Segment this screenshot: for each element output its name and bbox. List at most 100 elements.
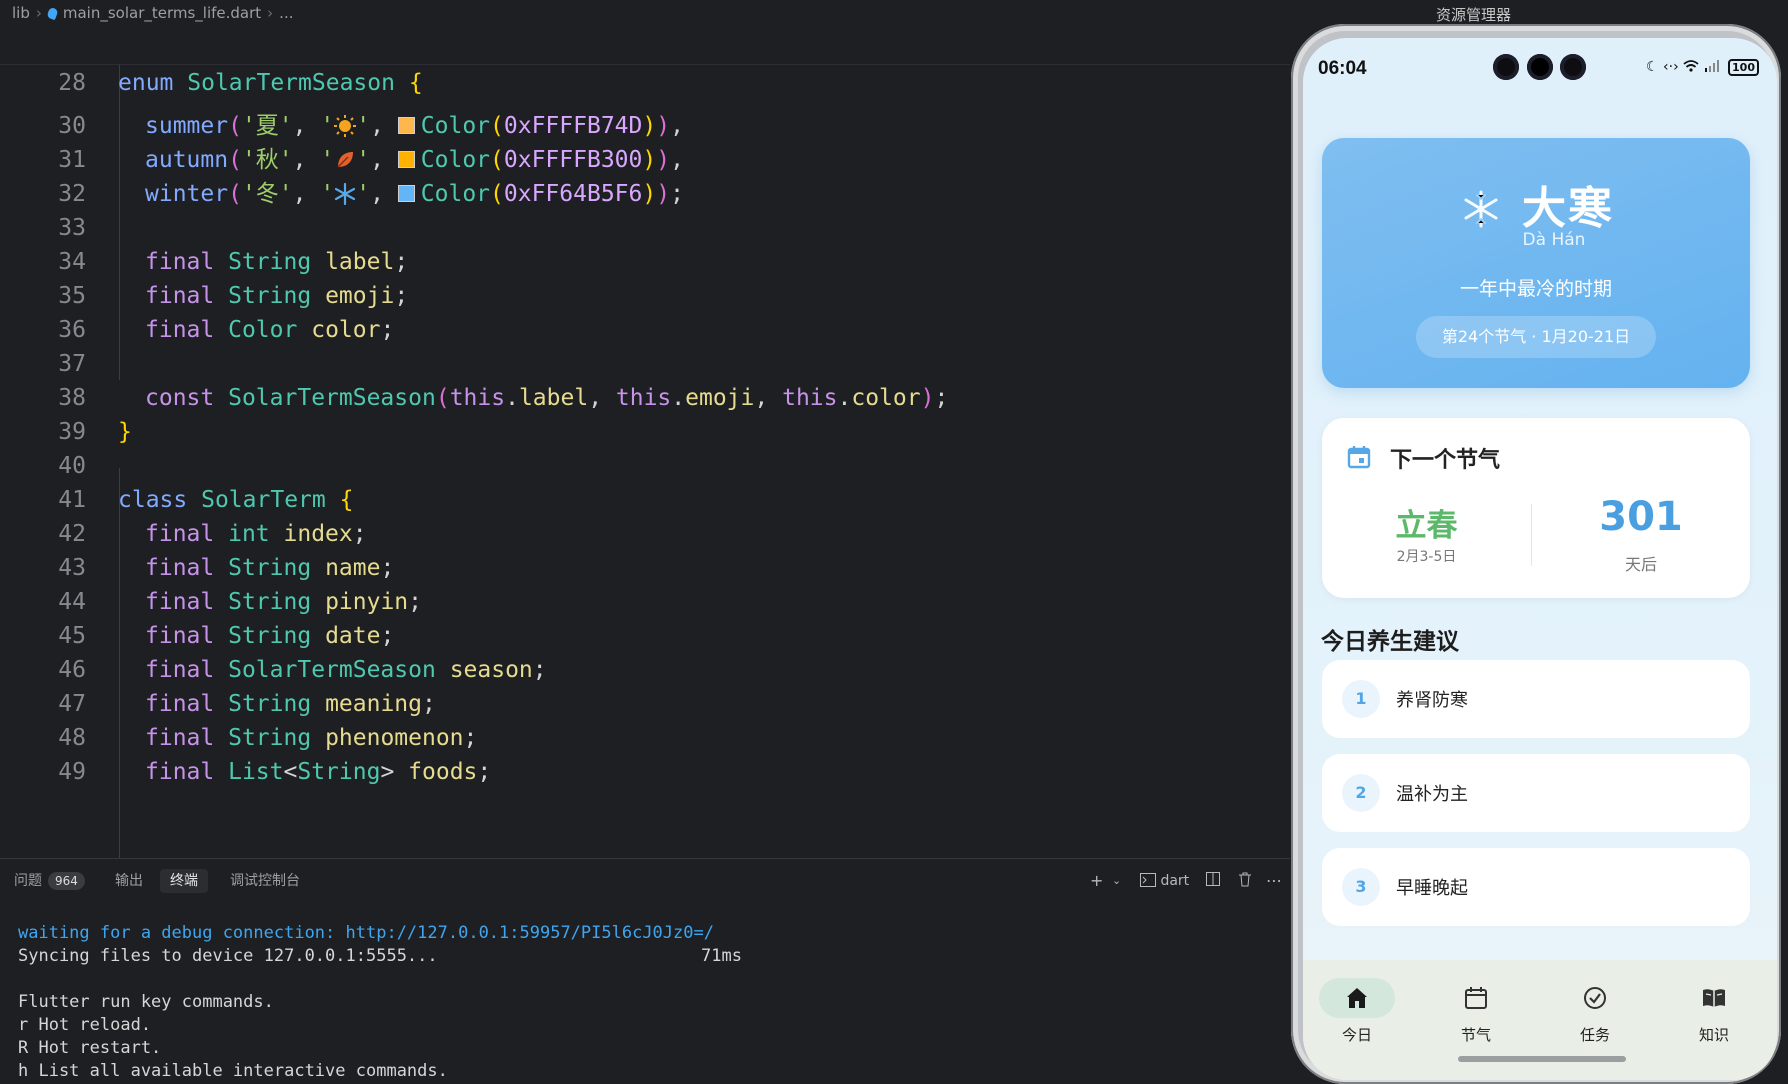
- nav-item-knowledge[interactable]: 知识: [1674, 978, 1754, 1045]
- breadcrumb-item-lib[interactable]: lib: [12, 0, 30, 26]
- calendar-icon: [1347, 446, 1371, 469]
- next-term-date: 2月3-5日: [1396, 549, 1457, 565]
- code-line[interactable]: 39}: [0, 375, 1290, 445]
- current-term-card[interactable]: 大寒 Dà Hán 一年中最冷的时期 第24个节气 · 1月20-21日: [1322, 138, 1750, 388]
- tab-label: 输出: [115, 873, 143, 889]
- calendar-icon: [1465, 987, 1487, 1009]
- tab-debug-console[interactable]: 调试控制台: [228, 869, 302, 893]
- more-actions-icon[interactable]: ⋯: [1266, 871, 1282, 891]
- terminal-line: Syncing files to device 127.0.0.1:5555..…: [18, 946, 438, 966]
- phone-screen: 06:04 ☾ ‹·› 100 大寒 Dà Hán 一年中最冷的时期 第24个节…: [1303, 38, 1777, 1080]
- wifi-icon: [1683, 59, 1703, 75]
- advice-number-badge: 3: [1342, 868, 1380, 906]
- snowflake-icon: [1464, 190, 1498, 228]
- status-icons: ☾ ‹·› 100: [1646, 59, 1759, 76]
- home-indicator[interactable]: [1458, 1056, 1626, 1062]
- code-line[interactable]: 43 final String name;: [0, 511, 1290, 581]
- code-line[interactable]: 46 final SolarTermSeason season;: [0, 613, 1290, 683]
- advice-section-title: 今日养生建议: [1321, 629, 1459, 655]
- bottom-navigation-bar: 今日 节气 任务 知识: [1303, 960, 1777, 1080]
- problems-count-badge: 964: [48, 872, 85, 890]
- terminal-icon: [1140, 873, 1156, 887]
- advice-text: 温补为主: [1396, 784, 1468, 805]
- code-line-partial[interactable]: [0, 749, 1290, 763]
- terminal-line: R Hot restart.: [18, 1038, 162, 1058]
- terminal-line: Flutter run key commands.: [18, 992, 274, 1012]
- code-line[interactable]: 38 const SolarTermSeason(this.label, this…: [0, 341, 1290, 411]
- tab-label: 问题: [14, 873, 42, 889]
- code-line[interactable]: 37: [0, 307, 1290, 377]
- advice-number-badge: 1: [1342, 680, 1380, 718]
- code-editor[interactable]: lib › main_solar_terms_life.dart ›... 28 enu…: [0, 0, 1290, 858]
- advice-item[interactable]: 3 早睡晚起: [1322, 848, 1750, 926]
- dart-file-icon: [46, 6, 59, 21]
- next-term-name: 立春: [1395, 508, 1458, 544]
- code-line[interactable]: 31 autumn('秋', ' ', Color(0xFFFFB300)),: [0, 103, 1290, 173]
- nav-label: 节气: [1460, 1026, 1491, 1044]
- advice-text: 早睡晚起: [1396, 878, 1468, 899]
- code-line[interactable]: 40: [0, 409, 1290, 479]
- terminal-shell-selector[interactable]: dart: [1140, 871, 1189, 891]
- camera-icon: [1560, 54, 1586, 80]
- next-term-card[interactable]: 下一个节气 立春 2月3-5日 301 天后: [1322, 418, 1750, 598]
- code-line[interactable]: 47 final String meaning;: [0, 647, 1290, 717]
- breadcrumb: lib › main_solar_terms_life.dart ›...: [0, 0, 1290, 26]
- code-line[interactable]: 41 class SolarTerm {: [0, 443, 1290, 513]
- nav-label: 今日: [1341, 1026, 1372, 1044]
- battery-icon: 100: [1728, 59, 1759, 76]
- tab-label: 调试控制台: [230, 873, 300, 889]
- nav-item-tasks[interactable]: 任务: [1555, 978, 1635, 1045]
- advice-item[interactable]: 1 养肾防寒: [1322, 660, 1750, 738]
- book-icon: [1703, 989, 1725, 1007]
- code-line[interactable]: 45 final String date;: [0, 579, 1290, 649]
- days-until-unit: 天后: [1624, 555, 1657, 574]
- sticky-scroll-line[interactable]: 28 enum SolarTermSeason {: [0, 26, 1290, 96]
- tab-problems[interactable]: 问题 964: [12, 869, 87, 893]
- tab-terminal[interactable]: 终端: [160, 869, 208, 893]
- code-line[interactable]: 30 summer('夏', ' ', Color(0xFFFFB74D)),: [0, 69, 1290, 139]
- breadcrumb-item-more[interactable]: ...: [279, 0, 293, 26]
- code-line[interactable]: 49 final List<String> foods;: [0, 715, 1290, 785]
- home-icon: [1347, 988, 1367, 1008]
- code-line[interactable]: 48 final String phenomenon;: [0, 681, 1290, 751]
- check-circle-icon: [1584, 987, 1606, 1009]
- term-name: 大寒: [1522, 183, 1614, 234]
- code-line[interactable]: 44 final String pinyin;: [0, 545, 1290, 615]
- next-term-title: 下一个节气: [1390, 448, 1501, 473]
- add-terminal-icon[interactable]: +: [1090, 871, 1103, 891]
- terminal-output[interactable]: waiting for a debug connection: http://1…: [18, 922, 742, 1083]
- advice-text: 养肾防寒: [1396, 690, 1468, 711]
- camera-icon: [1493, 54, 1519, 80]
- code-line[interactable]: 32 winter('冬', ' ', Color(0xFF64B5F6));: [0, 137, 1290, 207]
- shell-label: dart: [1160, 873, 1190, 889]
- nav-item-today[interactable]: 今日: [1317, 978, 1397, 1045]
- terminal-line[interactable]: waiting for a debug connection: http://1…: [18, 923, 714, 943]
- signal-icon: [1704, 59, 1724, 75]
- panel-tab-bar: 问题 964 输出 终端 调试控制台 + ⌄ dart ⋯: [0, 859, 1290, 903]
- chevron-down-icon[interactable]: ⌄: [1112, 871, 1121, 891]
- split-terminal-icon[interactable]: [1205, 871, 1221, 892]
- advice-item[interactable]: 2 温补为主: [1322, 754, 1750, 832]
- tab-output[interactable]: 输出: [113, 869, 145, 893]
- nav-item-terms[interactable]: 节气: [1436, 978, 1516, 1045]
- term-meaning: 一年中最冷的时期: [1459, 278, 1612, 300]
- camera-icon: [1527, 54, 1553, 80]
- terminal-line: r Hot reload.: [18, 1015, 152, 1035]
- advice-number-badge: 2: [1342, 774, 1380, 812]
- breadcrumb-item-file[interactable]: main_solar_terms_life.dart: [63, 0, 261, 26]
- term-pinyin: Dà Hán: [1522, 230, 1586, 250]
- code-line[interactable]: 34 final String label;: [0, 205, 1290, 275]
- trash-icon[interactable]: [1237, 871, 1253, 892]
- chevron-right-icon: ›: [267, 4, 274, 22]
- code-line[interactable]: 33: [0, 171, 1290, 241]
- terminal-sync-time: 71ms: [701, 946, 742, 966]
- tab-label: 终端: [170, 873, 198, 889]
- code-line[interactable]: 36 final Color color;: [0, 273, 1290, 343]
- nav-label: 任务: [1579, 1026, 1610, 1044]
- status-bar: 06:04 ☾ ‹·› 100: [1303, 38, 1777, 98]
- term-index-pill: 第24个节气 · 1月20-21日: [1416, 316, 1656, 358]
- code-line[interactable]: 35 final String emoji;: [0, 239, 1290, 309]
- days-until-count: 301: [1599, 494, 1683, 540]
- status-time: 06:04: [1318, 58, 1367, 79]
- code-line[interactable]: 42 final int index;: [0, 477, 1290, 547]
